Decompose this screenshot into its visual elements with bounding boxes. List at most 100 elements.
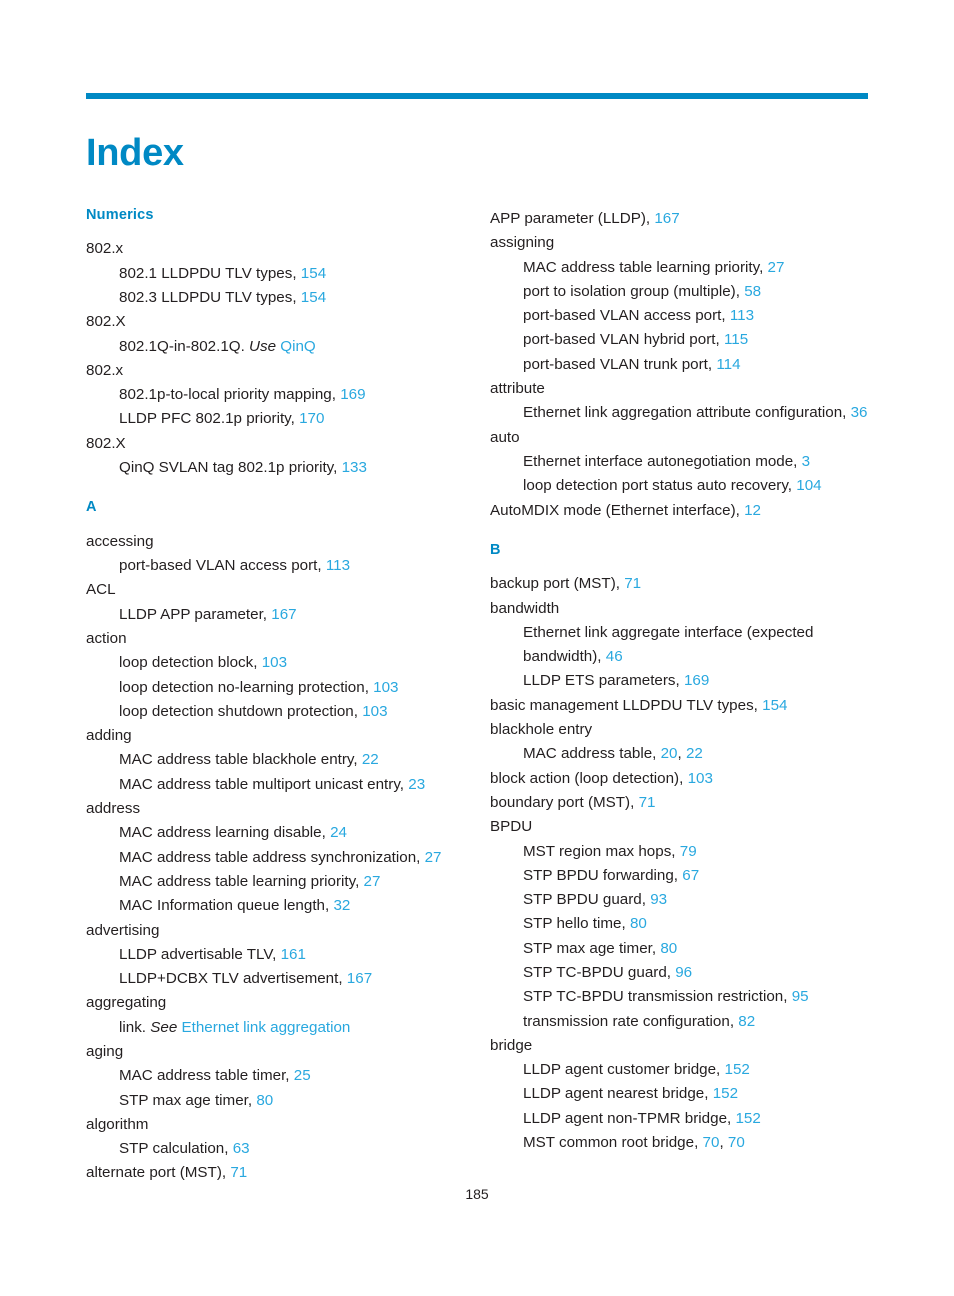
page-reference-link[interactable]: 71 bbox=[624, 575, 641, 592]
page-reference-link[interactable]: 167 bbox=[654, 210, 679, 227]
entry-text: STP calculation, bbox=[119, 1140, 229, 1158]
entry-text: 802.x bbox=[86, 361, 124, 379]
entry-text: AutoMDIX mode (Ethernet interface), bbox=[490, 501, 740, 519]
index-subentry: LLDP+DCBX TLV advertisement, 167 bbox=[86, 967, 479, 991]
page-reference-link[interactable]: 27 bbox=[768, 259, 785, 276]
entry-text: LLDP advertisable TLV, bbox=[119, 945, 277, 963]
page-reference-link[interactable]: 82 bbox=[738, 1013, 755, 1030]
index-subentry: port-based VLAN trunk port, 114 bbox=[490, 353, 872, 377]
page-reference-link[interactable]: 36 bbox=[851, 404, 868, 421]
page-reference-link[interactable]: 103 bbox=[373, 679, 398, 696]
page-reference-link[interactable]: 114 bbox=[716, 356, 740, 373]
entry-text: LLDP+DCBX TLV advertisement, bbox=[119, 970, 343, 988]
entry-text: MAC address learning disable, bbox=[119, 824, 326, 842]
entry-text: Ethernet interface autonegotiation mode, bbox=[523, 452, 798, 470]
page-reference-link[interactable]: 24 bbox=[330, 824, 347, 841]
page-reference-link[interactable]: 70 bbox=[703, 1134, 720, 1151]
page-reference-link[interactable]: 95 bbox=[792, 988, 809, 1005]
entry-text: LLDP PFC 802.1p priority, bbox=[119, 410, 295, 428]
page-reference-link[interactable]: 113 bbox=[326, 557, 350, 574]
entry-text: LLDP agent non-TPMR bridge, bbox=[523, 1109, 732, 1127]
index-subentry: transmission rate configuration, 82 bbox=[490, 1010, 872, 1034]
page-reference-link[interactable]: 152 bbox=[725, 1061, 750, 1078]
page-reference-link[interactable]: 46 bbox=[606, 648, 623, 665]
page-reference-link[interactable]: 167 bbox=[347, 970, 372, 987]
entry-text: loop detection block, bbox=[119, 654, 258, 672]
entry-text: STP TC-BPDU transmission restriction, bbox=[523, 988, 788, 1006]
page-reference-link[interactable]: 93 bbox=[650, 891, 667, 908]
page-reference-link[interactable]: 104 bbox=[796, 477, 821, 494]
page-reference-link[interactable]: 167 bbox=[271, 606, 296, 623]
page-reference-link[interactable]: 169 bbox=[340, 386, 365, 403]
page-reference-link[interactable]: 115 bbox=[724, 331, 748, 348]
page-reference-link[interactable]: 80 bbox=[256, 1092, 273, 1109]
page-reference-link[interactable]: 70 bbox=[728, 1134, 745, 1151]
page-reference-link[interactable]: 71 bbox=[639, 794, 656, 811]
index-entry: algorithm bbox=[86, 1113, 479, 1137]
page-reference-link[interactable]: 25 bbox=[294, 1067, 311, 1084]
page-reference-link[interactable]: 113 bbox=[730, 307, 754, 324]
page-reference-link[interactable]: 103 bbox=[362, 703, 387, 720]
page-reference-link[interactable]: 63 bbox=[233, 1140, 250, 1157]
entry-text: auto bbox=[490, 428, 520, 446]
index-subentry: STP BPDU guard, 93 bbox=[490, 888, 872, 912]
entry-text: 802.x bbox=[86, 240, 124, 258]
page-reference-link[interactable]: 154 bbox=[301, 265, 326, 282]
entry-text: basic management LLDPDU TLV types, bbox=[490, 696, 758, 714]
entry-text: BPDU bbox=[490, 818, 533, 836]
cross-reference-link[interactable]: Ethernet link aggregation bbox=[182, 1019, 351, 1036]
page-reference-link[interactable]: 22 bbox=[686, 745, 703, 762]
page-reference-link[interactable]: 154 bbox=[762, 697, 787, 714]
page-reference-link[interactable]: 27 bbox=[364, 873, 381, 890]
index-subentry: LLDP agent nearest bridge, 152 bbox=[490, 1082, 872, 1106]
page-reference-link[interactable]: 103 bbox=[262, 654, 287, 671]
entry-text: MAC address table learning priority, bbox=[119, 872, 360, 890]
page-reference-link[interactable]: 152 bbox=[713, 1085, 738, 1102]
page-reference-link[interactable]: 58 bbox=[744, 283, 761, 300]
entry-text: port-based VLAN access port, bbox=[523, 307, 726, 325]
page-reference-link[interactable]: 32 bbox=[333, 897, 350, 914]
index-subentry: 802.3 LLDPDU TLV types, 154 bbox=[86, 286, 479, 310]
page-reference-link[interactable]: 3 bbox=[802, 453, 810, 470]
entry-text: bandwidth bbox=[490, 599, 560, 617]
page-reference-link[interactable]: 80 bbox=[630, 915, 647, 932]
index-subentry: STP TC-BPDU guard, 96 bbox=[490, 961, 872, 985]
index-subentry: port to isolation group (multiple), 58 bbox=[490, 280, 872, 304]
page-reference-link[interactable]: 20 bbox=[661, 745, 678, 762]
index-subentry: loop detection shutdown protection, 103 bbox=[86, 700, 479, 724]
entry-text: MST common root bridge, bbox=[523, 1134, 699, 1152]
page-reference-link[interactable]: 152 bbox=[735, 1110, 760, 1127]
page-reference-link[interactable]: 161 bbox=[281, 946, 306, 963]
page-reference-link[interactable]: 80 bbox=[660, 940, 677, 957]
page-reference-link[interactable]: 170 bbox=[299, 410, 324, 427]
entry-text: algorithm bbox=[86, 1115, 149, 1133]
entry-text: port-based VLAN access port, bbox=[119, 557, 322, 575]
entry-text: STP TC-BPDU guard, bbox=[523, 964, 671, 981]
page-reference-link[interactable]: 169 bbox=[684, 672, 709, 689]
page-reference-link[interactable]: 154 bbox=[301, 289, 326, 306]
page-reference-link[interactable]: 79 bbox=[680, 843, 697, 860]
entry-text: advertising bbox=[86, 921, 160, 939]
entry-text: boundary port (MST), bbox=[490, 793, 635, 811]
page-reference-link[interactable]: 67 bbox=[682, 867, 699, 884]
page-reference-link[interactable]: 12 bbox=[744, 502, 761, 519]
page-reference-link[interactable]: 103 bbox=[688, 770, 713, 787]
page-reference-link[interactable]: 71 bbox=[230, 1164, 247, 1181]
entry-text: MAC address table multiport unicast entr… bbox=[119, 775, 405, 793]
page-reference-link[interactable]: 96 bbox=[675, 964, 692, 981]
page-reference-link[interactable]: 22 bbox=[362, 751, 379, 768]
entry-text: 802.1 LLDPDU TLV types, bbox=[119, 264, 297, 282]
index-entry: block action (loop detection), 103 bbox=[490, 767, 872, 791]
page-reference-link[interactable]: 27 bbox=[425, 849, 442, 866]
page-reference-link[interactable]: 23 bbox=[408, 776, 425, 793]
index-subentry: 802.1Q-in-802.1Q. Use QinQ bbox=[86, 335, 479, 359]
index-entry: attribute bbox=[490, 377, 872, 401]
entry-text: APP parameter (LLDP), bbox=[490, 210, 651, 227]
entry-text: MAC address table blackhole entry, bbox=[119, 751, 358, 769]
index-subentry: MAC address table learning priority, 27 bbox=[86, 870, 479, 894]
index-subentry: LLDP agent customer bridge, 152 bbox=[490, 1058, 872, 1082]
cross-reference-link[interactable]: QinQ bbox=[280, 338, 315, 355]
entry-text: Ethernet link aggregate interface (expec… bbox=[523, 623, 814, 666]
page-reference-link[interactable]: 133 bbox=[342, 459, 367, 476]
index-entry: basic management LLDPDU TLV types, 154 bbox=[490, 694, 872, 718]
